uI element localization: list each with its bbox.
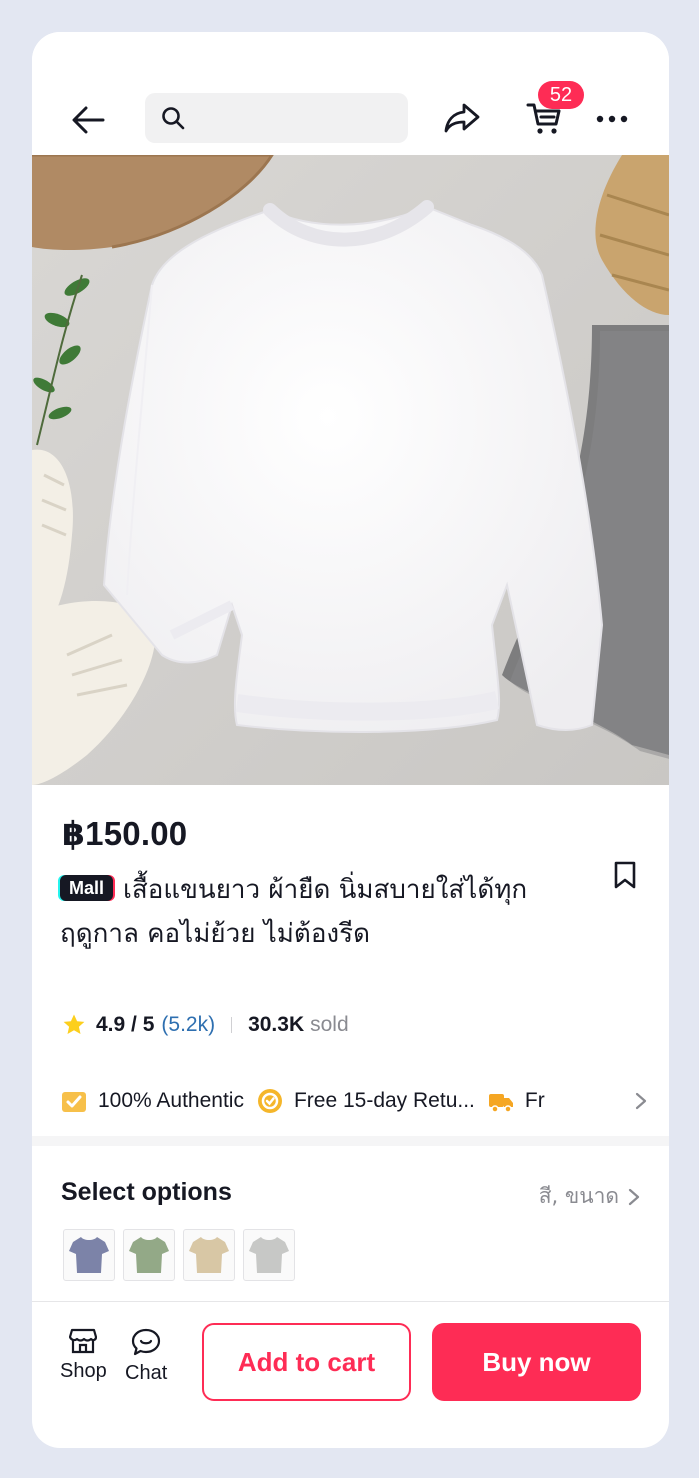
sweatshirt-photo xyxy=(32,155,669,785)
rating-value: 4.9 / 5 xyxy=(96,1013,155,1036)
add-to-cart-button[interactable]: Add to cart xyxy=(202,1323,411,1401)
product-image[interactable] xyxy=(32,155,669,785)
shop-button[interactable]: Shop xyxy=(60,1328,107,1383)
sold-label: sold xyxy=(310,1013,349,1036)
chat-icon xyxy=(132,1328,161,1356)
mall-badge: Mall xyxy=(60,874,114,901)
feature-shipping[interactable]: Fr xyxy=(487,1087,545,1115)
section-gap xyxy=(32,1136,669,1146)
service-features[interactable]: 100% Authentic Free 15-day Retu... Fr xyxy=(32,1068,669,1134)
shipping-icon xyxy=(488,1094,513,1113)
chevron-right-icon xyxy=(628,1188,640,1205)
options-summary-text: สี, ขนาด xyxy=(538,1184,619,1208)
rating-row[interactable]: 4.9 / 5 (5.2k) 30.3K sold xyxy=(62,1008,349,1042)
buy-now-button[interactable]: Buy now xyxy=(432,1323,641,1401)
chat-label: Chat xyxy=(125,1362,168,1384)
share-icon xyxy=(444,103,480,133)
more-button[interactable] xyxy=(592,102,632,136)
authentic-icon xyxy=(62,1092,86,1112)
feature-shipping-label: Fr xyxy=(524,1089,545,1112)
share-button[interactable] xyxy=(442,98,482,138)
options-summary[interactable]: สี, ขนาด xyxy=(539,1180,641,1213)
review-count[interactable]: (5.2k) xyxy=(161,1013,215,1037)
search-input[interactable] xyxy=(145,93,408,143)
feature-return[interactable]: Free 15-day Retu... xyxy=(256,1087,475,1115)
product-page: 52 ฿150.00 Mall เสื้อแขนยาว ผ้ายืด นิ่มส… xyxy=(32,32,669,1448)
product-title-text: เสื้อแขนยาว ผ้ายืด นิ่มสบายใส่ได้ทุกฤดูก… xyxy=(60,875,528,949)
select-options-title[interactable]: Select options xyxy=(61,1178,232,1207)
product-price: ฿150.00 xyxy=(62,815,188,852)
bookmark-icon xyxy=(614,861,636,889)
top-bar: 52 xyxy=(32,32,669,155)
tshirt-icon xyxy=(189,1237,229,1273)
feature-authentic[interactable]: 100% Authentic xyxy=(60,1087,244,1115)
bookmark-button[interactable] xyxy=(610,858,640,892)
product-title: Mall เสื้อแขนยาว ผ้ายืด นิ่มสบายใส่ได้ทุก… xyxy=(60,868,600,956)
search-icon xyxy=(162,107,185,130)
tshirt-icon xyxy=(69,1237,109,1273)
more-icon xyxy=(596,115,628,123)
back-button[interactable] xyxy=(68,100,108,140)
divider xyxy=(231,1017,233,1033)
shop-label: Shop xyxy=(60,1360,107,1382)
sold-count: 30.3K xyxy=(248,1013,305,1036)
features-more-button[interactable] xyxy=(580,1068,669,1134)
cart-count-badge: 52 xyxy=(538,81,584,109)
chat-button[interactable]: Chat xyxy=(125,1328,167,1385)
option-thumb-grey[interactable] xyxy=(243,1229,295,1281)
option-thumb-beige[interactable] xyxy=(183,1229,235,1281)
store-icon xyxy=(69,1328,98,1354)
return-icon xyxy=(257,1089,282,1113)
chevron-right-icon xyxy=(635,1092,647,1110)
tshirt-icon xyxy=(249,1237,289,1273)
feature-return-label: Free 15-day Retu... xyxy=(293,1089,475,1112)
feature-authentic-label: 100% Authentic xyxy=(98,1089,244,1112)
tshirt-icon xyxy=(129,1237,169,1273)
option-thumbnails xyxy=(63,1229,295,1281)
bottom-bar-divider xyxy=(32,1301,669,1302)
option-thumb-navy[interactable] xyxy=(63,1229,115,1281)
arrow-left-icon xyxy=(72,106,105,134)
star-icon xyxy=(63,1014,85,1034)
option-thumb-green[interactable] xyxy=(123,1229,175,1281)
